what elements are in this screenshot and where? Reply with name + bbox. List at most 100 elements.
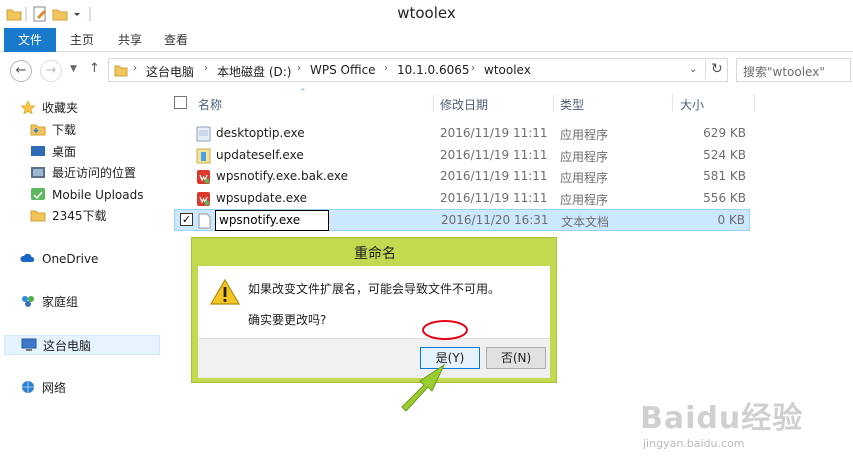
column-header-date[interactable]: 修改日期 bbox=[440, 96, 488, 113]
breadcrumb-item[interactable]: WPS Office bbox=[310, 63, 376, 77]
sidebar-item-this-pc[interactable]: 这台电脑 bbox=[4, 335, 160, 355]
tab-home[interactable]: 主页 bbox=[62, 28, 102, 52]
computer-icon bbox=[21, 338, 37, 352]
network-icon bbox=[20, 380, 36, 394]
table-row[interactable]: wpsupdate.exe 2016/11/19 11:11 应用程序 556 … bbox=[174, 188, 750, 210]
file-size: 0 KB bbox=[717, 213, 745, 227]
breadcrumb-separator[interactable]: › bbox=[133, 63, 137, 74]
search-placeholder: 搜索"wtoolex" bbox=[743, 65, 825, 79]
up-button[interactable]: ↑ bbox=[89, 61, 100, 76]
homegroup-icon bbox=[20, 294, 36, 308]
address-bar[interactable]: › 这台电脑 › 本地磁盘 (D:) › WPS Office › 10.1.0… bbox=[108, 58, 728, 82]
sidebar-item-favorites[interactable]: 收藏夹 bbox=[20, 98, 78, 118]
table-row[interactable]: wpsnotify.exe.bak.exe 2016/11/19 11:11 应… bbox=[174, 166, 750, 188]
navigation-pane: 收藏夹 下载 桌面 最近访问的位置 Mobile Uploads 2345下载 … bbox=[0, 88, 162, 475]
file-size: 524 KB bbox=[703, 148, 746, 162]
tab-share[interactable]: 共享 bbox=[110, 28, 150, 52]
row-checkbox[interactable]: ✓ bbox=[180, 213, 193, 226]
file-name: desktoptip.exe bbox=[216, 126, 305, 140]
sidebar-item-recent[interactable]: 最近访问的位置 bbox=[30, 163, 136, 183]
recent-locations-dropdown[interactable]: ▼ bbox=[70, 64, 77, 74]
arrow-left-icon: ← bbox=[15, 63, 27, 78]
arrow-up-icon: ↑ bbox=[89, 61, 100, 76]
rename-input[interactable]: wpsnotify.exe bbox=[215, 210, 329, 231]
dialog-title: 重命名 bbox=[354, 246, 396, 262]
dialog-footer: 是(Y) 否(N) bbox=[198, 338, 550, 378]
wps-exe-icon bbox=[196, 169, 211, 185]
sidebar-item-2345-downloads[interactable]: 2345下载 bbox=[30, 206, 107, 226]
highlight-circle bbox=[422, 320, 468, 340]
sidebar-item-desktop[interactable]: 桌面 bbox=[30, 142, 76, 162]
sidebar-item-network[interactable]: 网络 bbox=[20, 378, 66, 398]
file-size: 629 KB bbox=[703, 126, 746, 140]
file-date: 2016/11/19 11:11 bbox=[440, 169, 548, 183]
file-name: updateself.exe bbox=[216, 148, 304, 162]
warning-icon bbox=[209, 278, 241, 306]
table-row[interactable]: updateself.exe 2016/11/19 11:11 应用程序 524… bbox=[174, 145, 750, 167]
breadcrumb-separator[interactable]: › bbox=[384, 63, 388, 74]
title-bar: wtoolex bbox=[0, 0, 853, 28]
window-title: wtoolex bbox=[397, 4, 456, 22]
tab-file[interactable]: 文件 bbox=[4, 28, 56, 52]
sidebar-item-mobile-uploads[interactable]: Mobile Uploads bbox=[30, 185, 143, 205]
file-date: 2016/11/19 11:11 bbox=[440, 148, 548, 162]
file-date: 2016/11/19 11:11 bbox=[440, 126, 548, 140]
sort-arrow-icon: ⌃ bbox=[299, 88, 307, 98]
file-date: 2016/11/19 11:11 bbox=[440, 191, 548, 205]
column-header-type[interactable]: 类型 bbox=[560, 96, 584, 113]
update-exe-icon bbox=[196, 148, 211, 164]
desktop-icon bbox=[30, 144, 46, 158]
breadcrumb-separator[interactable]: › bbox=[204, 63, 208, 74]
file-size: 581 KB bbox=[703, 169, 746, 183]
back-button[interactable]: ← bbox=[10, 60, 32, 82]
file-type: 应用程序 bbox=[560, 193, 609, 207]
table-row-selected[interactable]: ✓ wpsnotify.exe 2016/11/20 16:31 文本文档 0 … bbox=[174, 209, 750, 231]
tab-view[interactable]: 查看 bbox=[156, 28, 196, 52]
breadcrumb-item[interactable]: 本地磁盘 (D:) bbox=[217, 63, 291, 80]
file-name: wpsupdate.exe bbox=[216, 191, 308, 205]
dialog-body: 如果改变文件扩展名，可能会导致文件不可用。 确实要更改吗? 是(Y) 否(N) bbox=[198, 266, 550, 378]
onedrive-icon bbox=[20, 251, 36, 265]
file-type: 文本文档 bbox=[561, 215, 610, 229]
file-date: 2016/11/20 16:31 bbox=[441, 213, 549, 227]
forward-button[interactable]: → bbox=[40, 60, 62, 82]
sidebar-item-onedrive[interactable]: OneDrive bbox=[20, 249, 98, 269]
no-button[interactable]: 否(N) bbox=[486, 347, 546, 369]
navigation-bar: ← → ▼ ↑ › 这台电脑 › 本地磁盘 (D:) › WPS Office … bbox=[0, 52, 853, 88]
star-icon bbox=[20, 100, 36, 115]
wps-exe-icon bbox=[196, 191, 211, 207]
breadcrumb-item[interactable]: 10.1.0.6065 bbox=[397, 63, 470, 77]
text-file-icon bbox=[197, 213, 212, 229]
arrow-right-icon: → bbox=[45, 63, 57, 78]
refresh-icon[interactable]: ↻ bbox=[711, 61, 723, 77]
breadcrumb-item[interactable]: wtoolex bbox=[484, 63, 531, 77]
breadcrumb-separator[interactable]: › bbox=[471, 63, 475, 74]
mobile-uploads-icon bbox=[30, 187, 46, 201]
exe-icon bbox=[196, 126, 211, 142]
dialog-confirm-text: 确实要更改吗? bbox=[248, 313, 327, 327]
watermark: Baidu经验 jingyan.baidu.com bbox=[640, 393, 840, 463]
search-input[interactable]: 搜索"wtoolex" bbox=[736, 58, 851, 82]
breadcrumb-separator[interactable]: › bbox=[297, 63, 301, 74]
download-folder-icon bbox=[30, 122, 46, 136]
sidebar-item-homegroup[interactable]: 家庭组 bbox=[20, 292, 78, 312]
sidebar-item-downloads[interactable]: 下载 bbox=[30, 120, 76, 140]
column-header-name[interactable]: 名称 bbox=[198, 96, 222, 113]
recent-places-icon bbox=[30, 165, 46, 179]
column-header-size[interactable]: 大小 bbox=[680, 96, 704, 113]
file-type: 应用程序 bbox=[560, 128, 609, 142]
watermark-brand: Baidu经验 bbox=[640, 401, 804, 436]
folder-icon bbox=[114, 63, 128, 80]
annotation-arrow-icon bbox=[401, 363, 446, 412]
file-name: wpsnotify.exe.bak.exe bbox=[216, 169, 349, 183]
folder-icon bbox=[30, 208, 46, 222]
dialog-message: 如果改变文件扩展名，可能会导致文件不可用。 bbox=[248, 282, 501, 296]
table-row[interactable]: desktoptip.exe 2016/11/19 11:11 应用程序 629… bbox=[174, 123, 750, 145]
chevron-down-icon[interactable]: ⌄ bbox=[689, 64, 697, 75]
file-type: 应用程序 bbox=[560, 171, 609, 185]
watermark-url: jingyan.baidu.com bbox=[643, 437, 745, 450]
select-all-checkbox[interactable] bbox=[174, 96, 187, 109]
breadcrumb-item[interactable]: 这台电脑 bbox=[146, 63, 194, 80]
rename-dialog: 重命名 如果改变文件扩展名，可能会导致文件不可用。 确实要更改吗? 是(Y) 否… bbox=[191, 237, 557, 383]
file-size: 556 KB bbox=[703, 191, 746, 205]
